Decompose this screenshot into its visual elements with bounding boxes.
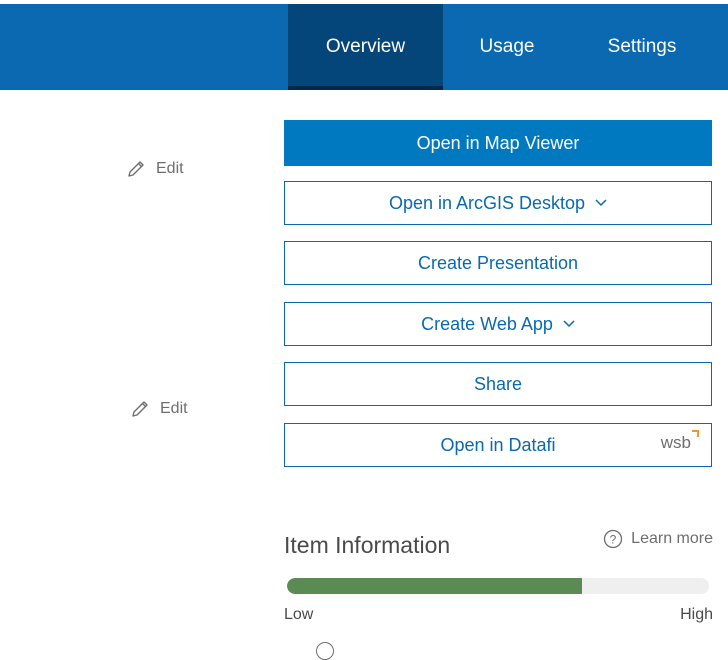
open-datafi-label: Open in Datafi <box>440 434 556 455</box>
wsb-logo: wsb <box>660 430 699 453</box>
open-map-viewer-button[interactable]: Open in Map Viewer <box>284 120 712 166</box>
tab-settings[interactable]: Settings <box>571 4 713 90</box>
edit-label: Edit <box>156 160 184 177</box>
progress-high-label: High <box>680 606 713 623</box>
svg-text:?: ? <box>610 533 617 547</box>
wsb-spark-icon <box>692 430 699 437</box>
open-map-viewer-label: Open in Map Viewer <box>416 132 580 153</box>
tab-usage-label: Usage <box>479 36 535 57</box>
edit-label: Edit <box>160 400 188 417</box>
learn-more-label: Learn more <box>631 530 713 547</box>
open-datafi-button[interactable]: Open in Datafi wsb <box>284 423 712 467</box>
chevron-down-icon <box>595 199 607 207</box>
open-arcgis-desktop-button[interactable]: Open in ArcGIS Desktop <box>284 181 712 225</box>
pencil-icon <box>132 401 148 417</box>
chevron-down-icon <box>563 320 575 328</box>
progress-fill <box>287 578 583 594</box>
learn-more-link[interactable]: ? Learn more <box>603 529 713 549</box>
help-circle-icon: ? <box>604 529 623 549</box>
create-web-app-button[interactable]: Create Web App <box>284 302 712 346</box>
tab-usage[interactable]: Usage <box>443 4 571 90</box>
edit-link-bottom[interactable]: Edit <box>130 399 188 419</box>
open-arcgis-desktop-label: Open in ArcGIS Desktop <box>388 192 586 213</box>
create-presentation-button[interactable]: Create Presentation <box>284 241 712 285</box>
tab-overview[interactable]: Overview <box>288 4 443 90</box>
create-presentation-label: Create Presentation <box>417 252 579 273</box>
tab-settings-label: Settings <box>607 36 677 57</box>
progress-low-label: Low <box>284 606 314 623</box>
item-information-progress <box>287 578 709 594</box>
item-information-title: Item Information <box>284 532 451 558</box>
partial-circle-icon <box>316 642 334 660</box>
create-web-app-label: Create Web App <box>421 313 553 334</box>
pencil-icon <box>128 161 144 177</box>
share-button[interactable]: Share <box>284 362 712 406</box>
wsb-logo-text: wsb <box>660 433 691 452</box>
share-label: Share <box>473 373 523 394</box>
edit-link-top[interactable]: Edit <box>126 159 184 179</box>
tab-overview-label: Overview <box>325 36 406 57</box>
